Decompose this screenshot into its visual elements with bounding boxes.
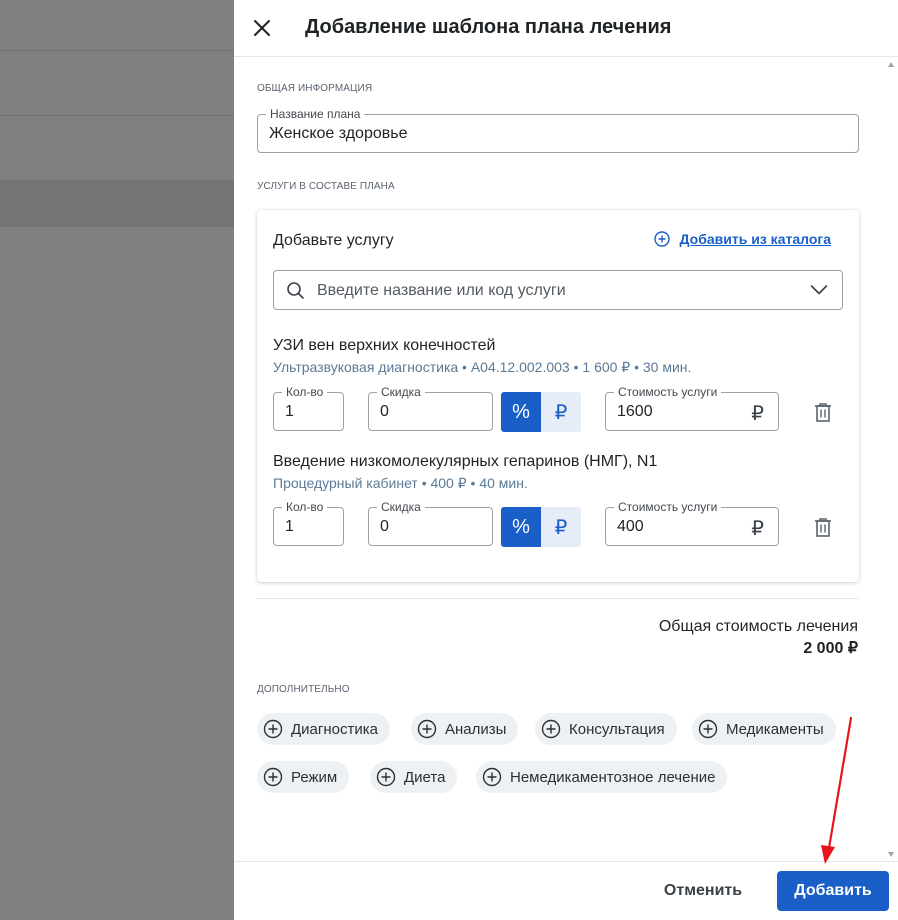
chevron-down-icon[interactable] bbox=[810, 284, 828, 296]
total-cost-label: Общая стоимость лечения bbox=[658, 618, 858, 635]
chip-regimen[interactable]: Режим bbox=[257, 761, 350, 793]
drawer-title: Добавление шаблона плана лечения bbox=[305, 16, 672, 38]
scrollbar[interactable] bbox=[886, 58, 896, 861]
section-label-general: ОБЩАЯ ИНФОРМАЦИЯ bbox=[257, 83, 373, 94]
ruble-option[interactable]: ₽ bbox=[541, 392, 581, 432]
add-plan-template-drawer: Добавление шаблона плана лечения ОБЩАЯ И… bbox=[234, 0, 898, 920]
service-item: Введение низкомолекулярных гепаринов (НМ… bbox=[273, 453, 843, 492]
quantity-label: Кол-во bbox=[282, 385, 328, 399]
discount-type-toggle: % ₽ bbox=[501, 392, 581, 432]
service-search-input[interactable]: Введите название или код услуги bbox=[273, 270, 843, 310]
close-icon bbox=[254, 20, 270, 36]
quantity-value: 1 bbox=[285, 518, 294, 535]
chip-label: Медикаменты bbox=[726, 720, 824, 738]
quantity-field[interactable]: Кол-во 1 bbox=[273, 385, 344, 431]
search-placeholder: Введите название или код услуги bbox=[317, 282, 566, 299]
discount-value: 0 bbox=[380, 403, 389, 420]
search-icon bbox=[287, 282, 304, 299]
close-button[interactable] bbox=[248, 14, 276, 42]
service-cost-label: Стоимость услуги bbox=[614, 500, 722, 514]
background-divider bbox=[0, 115, 234, 116]
discount-type-toggle: % ₽ bbox=[501, 507, 581, 547]
chip-non-drug-treatment[interactable]: Немедикаментозное лечение bbox=[476, 761, 728, 793]
plus-circle-icon bbox=[417, 719, 437, 739]
background-highlight-row bbox=[0, 180, 234, 227]
cancel-button[interactable]: Отменить bbox=[648, 871, 758, 911]
chip-analyses[interactable]: Анализы bbox=[411, 713, 519, 745]
discount-field[interactable]: Скидка 0 bbox=[368, 385, 493, 431]
plus-circle-icon bbox=[653, 231, 670, 247]
chip-label: Консультация bbox=[569, 720, 665, 738]
ruble-icon: ₽ bbox=[751, 403, 764, 425]
services-card: Добавьте услугу Добавить из каталога Вве… bbox=[257, 210, 859, 582]
quantity-field[interactable]: Кол-во 1 bbox=[273, 500, 344, 546]
discount-value: 0 bbox=[380, 518, 389, 535]
add-button[interactable]: Добавить bbox=[777, 871, 889, 911]
section-label-services: УСЛУГИ В СОСТАВЕ ПЛАНА bbox=[257, 181, 395, 192]
drawer-footer: Отменить Добавить bbox=[234, 861, 898, 920]
ruble-icon: ₽ bbox=[751, 518, 764, 540]
background-divider bbox=[0, 50, 234, 51]
total-divider bbox=[257, 598, 859, 599]
trash-icon bbox=[815, 518, 831, 537]
chip-label: Режим bbox=[291, 768, 338, 786]
service-meta: Процедурный кабинет • 400 ₽ • 40 мин. bbox=[273, 475, 528, 491]
chip-medications[interactable]: Медикаменты bbox=[692, 713, 836, 745]
discount-label: Скидка bbox=[377, 385, 425, 399]
chip-label: Немедикаментозное лечение bbox=[510, 768, 716, 786]
chip-diagnostics[interactable]: Диагностика bbox=[257, 713, 390, 745]
chip-label: Анализы bbox=[445, 720, 507, 738]
drawer-content[interactable]: ОБЩАЯ ИНФОРМАЦИЯ Название плана Женское … bbox=[234, 58, 898, 861]
quantity-value: 1 bbox=[285, 403, 294, 420]
trash-icon bbox=[815, 403, 831, 422]
scroll-up-icon[interactable] bbox=[888, 62, 894, 67]
plus-circle-icon bbox=[482, 767, 502, 787]
delete-service-button[interactable] bbox=[811, 515, 835, 539]
chip-label: Диета bbox=[404, 768, 446, 786]
background-page bbox=[0, 0, 234, 920]
plus-circle-icon bbox=[263, 719, 283, 739]
chip-label: Диагностика bbox=[291, 720, 378, 738]
service-name: УЗИ вен верхних конечностей bbox=[273, 337, 496, 354]
service-item: УЗИ вен верхних конечностей Ультразвуков… bbox=[273, 337, 843, 376]
total-cost-value: 2 000 ₽ bbox=[803, 640, 858, 657]
plus-circle-icon bbox=[263, 767, 283, 787]
add-service-heading: Добавьте услугу bbox=[273, 232, 394, 249]
discount-field[interactable]: Скидка 0 bbox=[368, 500, 493, 546]
plan-name-field[interactable]: Название плана Женское здоровье bbox=[257, 107, 859, 153]
service-meta: Ультразвуковая диагностика • A04.12.002.… bbox=[273, 359, 692, 375]
discount-label: Скидка bbox=[377, 500, 425, 514]
percent-option[interactable]: % bbox=[501, 507, 541, 547]
plan-name-label: Название плана bbox=[266, 107, 365, 121]
section-label-extra: ДОПОЛНИТЕЛЬНО bbox=[257, 684, 350, 695]
ruble-option[interactable]: ₽ bbox=[541, 507, 581, 547]
add-from-catalog-link[interactable]: Добавить из каталога bbox=[653, 231, 831, 247]
service-cost-label: Стоимость услуги bbox=[614, 385, 722, 399]
service-cost-value: 400 bbox=[617, 518, 644, 535]
service-cost-field[interactable]: Стоимость услуги 400 ₽ bbox=[605, 500, 779, 546]
service-name: Введение низкомолекулярных гепаринов (НМ… bbox=[273, 453, 658, 470]
plus-circle-icon bbox=[541, 719, 561, 739]
delete-service-button[interactable] bbox=[811, 400, 835, 424]
percent-option[interactable]: % bbox=[501, 392, 541, 432]
plus-circle-icon bbox=[376, 767, 396, 787]
scroll-down-icon[interactable] bbox=[888, 852, 894, 857]
chip-diet[interactable]: Диета bbox=[370, 761, 458, 793]
chip-consultation[interactable]: Консультация bbox=[535, 713, 677, 745]
service-cost-value: 1600 bbox=[617, 403, 653, 420]
plus-circle-icon bbox=[698, 719, 718, 739]
drawer-header: Добавление шаблона плана лечения bbox=[234, 0, 898, 57]
add-from-catalog-label: Добавить из каталога bbox=[679, 231, 831, 247]
service-cost-field[interactable]: Стоимость услуги 1600 ₽ bbox=[605, 385, 779, 431]
plan-name-value: Женское здоровье bbox=[269, 125, 408, 142]
quantity-label: Кол-во bbox=[282, 500, 328, 514]
